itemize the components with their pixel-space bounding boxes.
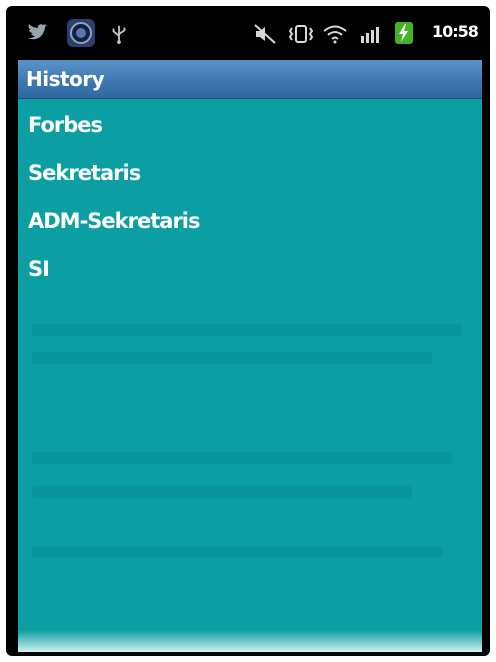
history-item-label: Sekretaris [28,161,141,185]
status-clock: 10:58 [432,22,479,41]
status-bar: 10:58 [18,6,482,60]
history-item-label: SI [28,257,50,281]
history-item-forbes[interactable]: Forbes [18,101,482,149]
history-item-label: ADM-Sekretaris [28,209,200,233]
signal-icon [361,27,379,43]
background-shadow [32,546,442,558]
twitter-icon [28,24,48,40]
page-title: History [26,67,105,91]
history-item-sekretaris[interactable]: Sekretaris [18,149,482,197]
history-item-label: Forbes [28,113,103,137]
history-item-adm-sekretaris[interactable]: ADM-Sekretaris [18,197,482,245]
screen: 10:58 History Forbes Sekretaris ADM-Sekr… [18,6,482,652]
phone-frame: 10:58 History Forbes Sekretaris ADM-Sekr… [6,6,490,656]
history-list: Forbes Sekretaris ADM-Sekretaris SI [18,101,482,293]
history-item-si[interactable]: SI [18,245,482,293]
battery-charging-icon [395,22,413,44]
usb-icon [112,25,126,44]
vibrate-icon [288,25,314,43]
background-shadow [32,452,452,464]
background-shadow [32,324,462,336]
background-shadow [32,486,412,498]
mute-icon [254,24,276,44]
title-bar: History [18,60,482,99]
background-shadow [32,352,432,364]
camera-icon [67,19,95,47]
wifi-icon [323,25,347,44]
scroll-edge-glow [18,630,482,652]
